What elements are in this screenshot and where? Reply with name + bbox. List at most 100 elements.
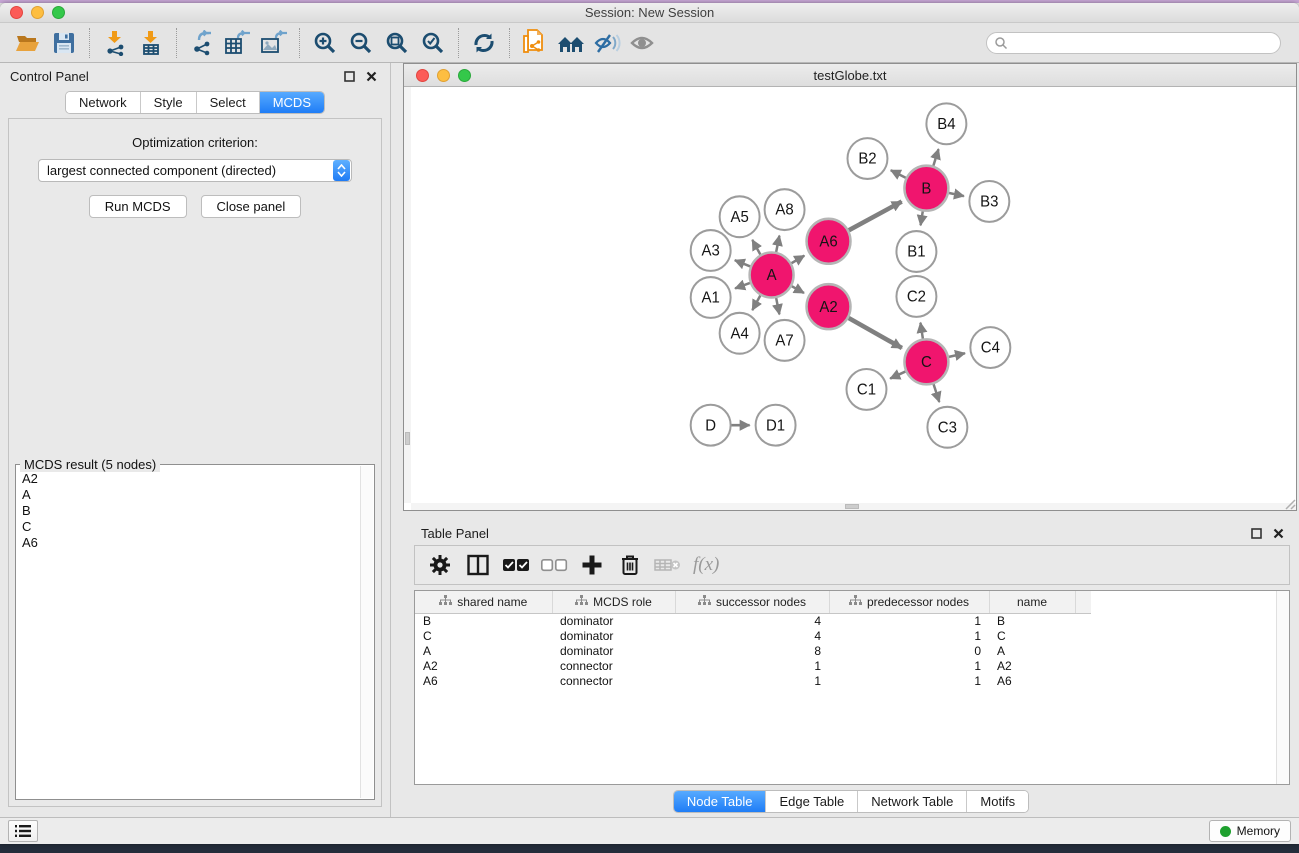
table-row[interactable]: A6connector11A6 (415, 673, 1091, 688)
tab-motifs[interactable]: Motifs (967, 791, 1028, 812)
toolbar-separator (176, 28, 177, 58)
control-panel-title: Control Panel (10, 69, 89, 84)
svg-text:A2: A2 (819, 299, 837, 316)
edge-A2-C[interactable] (845, 316, 902, 348)
toolbar-separator (299, 28, 300, 58)
node-C1[interactable]: C1 (847, 369, 887, 410)
float-panel-icon[interactable] (340, 68, 358, 84)
mcds-result-item[interactable]: B (22, 503, 374, 519)
column-header-successor-nodes[interactable]: successor nodes (675, 591, 829, 613)
close-panel-icon[interactable] (362, 68, 380, 84)
node-C[interactable]: C (904, 339, 948, 384)
zoom-out-icon[interactable] (343, 27, 379, 59)
node-A6[interactable]: A6 (807, 219, 851, 264)
table-row[interactable]: A2connector11A2 (415, 658, 1091, 673)
node-B3[interactable]: B3 (969, 181, 1009, 222)
tab-network[interactable]: Network (66, 92, 141, 113)
node-A3[interactable]: A3 (691, 230, 731, 271)
task-history-button[interactable] (8, 820, 38, 842)
close-panel-button[interactable]: Close panel (201, 195, 302, 218)
open-session-icon[interactable] (10, 27, 46, 59)
node-A5[interactable]: A5 (720, 196, 760, 237)
show-graphics-details-icon[interactable] (625, 27, 661, 59)
apply-preferred-layout-icon[interactable] (466, 27, 502, 59)
node-B1[interactable]: B1 (896, 231, 936, 272)
delete-table-icon[interactable] (651, 549, 685, 581)
column-header-predecessor-nodes[interactable]: predecessor nodes (829, 591, 989, 613)
node-D[interactable]: D (691, 405, 731, 446)
node-A[interactable]: A (750, 253, 794, 298)
table-options-gear-icon[interactable] (423, 549, 457, 581)
import-table-from-file-icon[interactable] (133, 27, 169, 59)
svg-text:C4: C4 (981, 340, 1000, 357)
run-mcds-button[interactable]: Run MCDS (89, 195, 187, 218)
close-table-panel-icon[interactable] (1269, 525, 1287, 541)
add-column-icon[interactable] (575, 549, 609, 581)
export-table-icon[interactable] (220, 27, 256, 59)
node-C4[interactable]: C4 (970, 327, 1010, 368)
zoom-fit-content-icon[interactable] (379, 27, 415, 59)
network-canvas[interactable]: B4 B2 B B3 A8A5 A6 A3 B1 A A1 C2 A2 A4A7 C4 C C1 C3 D D1 (404, 87, 1296, 510)
node-A7[interactable]: A7 (765, 320, 805, 361)
tab-style[interactable]: Style (141, 92, 197, 113)
search-input[interactable] (986, 32, 1281, 54)
mcds-result-list: A2ABCA6 (16, 465, 374, 551)
table-scrollbar[interactable] (1276, 591, 1289, 784)
criterion-dropdown[interactable]: largest connected component (directed) (38, 159, 352, 182)
edge-A6-B[interactable] (845, 202, 901, 233)
network-window-titlebar[interactable]: testGlobe.txt (404, 64, 1296, 87)
deselect-all-checkboxes-icon[interactable] (537, 549, 571, 581)
show-columns-icon[interactable] (461, 549, 495, 581)
zoom-selected-icon[interactable] (415, 27, 451, 59)
tab-select[interactable]: Select (197, 92, 260, 113)
show-all-networks-icon[interactable] (553, 27, 589, 59)
node-B2[interactable]: B2 (848, 138, 888, 179)
control-panel: Control Panel NetworkStyleSelectMCDS Opt… (0, 63, 391, 817)
column-header-shared-name[interactable]: shared name (415, 591, 552, 613)
node-B4[interactable]: B4 (926, 103, 966, 144)
node-C2[interactable]: C2 (896, 276, 936, 317)
memory-button[interactable]: Memory (1209, 820, 1291, 842)
svg-text:C: C (921, 354, 932, 371)
new-session-icon[interactable] (517, 27, 553, 59)
node-A2[interactable]: A2 (807, 284, 851, 329)
node-table: shared nameMCDS rolesuccessor nodesprede… (414, 590, 1290, 785)
node-A4[interactable]: A4 (720, 313, 760, 354)
network-horizontal-scrollbar[interactable] (411, 503, 1296, 510)
hierarchy-icon (575, 595, 588, 609)
network-vertical-scrollbar[interactable] (404, 87, 411, 503)
float-table-panel-icon[interactable] (1247, 525, 1265, 541)
mcds-result-item[interactable]: A (22, 487, 374, 503)
search-icon (994, 36, 1008, 55)
node-A8[interactable]: A8 (765, 189, 805, 230)
mcds-result-item[interactable]: A2 (22, 471, 374, 487)
table-row[interactable]: Cdominator41C (415, 628, 1091, 643)
node-A1[interactable]: A1 (691, 277, 731, 318)
node-D1[interactable]: D1 (756, 405, 796, 446)
resize-grip-icon[interactable] (1282, 496, 1296, 510)
export-image-icon[interactable] (256, 27, 292, 59)
function-builder-icon[interactable]: f(x) (693, 554, 719, 576)
delete-column-icon[interactable] (613, 549, 647, 581)
svg-text:B3: B3 (980, 193, 998, 210)
tab-edge-table[interactable]: Edge Table (766, 791, 858, 812)
hide-graphics-details-icon[interactable] (589, 27, 625, 59)
tab-network-table[interactable]: Network Table (858, 791, 967, 812)
tab-mcds[interactable]: MCDS (260, 92, 324, 113)
save-session-icon[interactable] (46, 27, 82, 59)
result-scrollbar[interactable] (360, 466, 373, 798)
mcds-result-item[interactable]: C (22, 519, 374, 535)
table-row[interactable]: Adominator80A (415, 643, 1091, 658)
tab-node-table[interactable]: Node Table (674, 791, 767, 812)
export-network-icon[interactable] (184, 27, 220, 59)
node-table-grid[interactable]: shared nameMCDS rolesuccessor nodesprede… (415, 591, 1091, 688)
zoom-in-icon[interactable] (307, 27, 343, 59)
column-header-name[interactable]: name (989, 591, 1075, 613)
mcds-result-item[interactable]: A6 (22, 535, 374, 551)
node-B[interactable]: B (904, 166, 948, 211)
table-row[interactable]: Bdominator41B (415, 613, 1091, 628)
column-header-MCDS-role[interactable]: MCDS role (552, 591, 675, 613)
node-C3[interactable]: C3 (927, 407, 967, 448)
select-all-checkboxes-icon[interactable] (499, 549, 533, 581)
import-network-from-file-icon[interactable] (97, 27, 133, 59)
